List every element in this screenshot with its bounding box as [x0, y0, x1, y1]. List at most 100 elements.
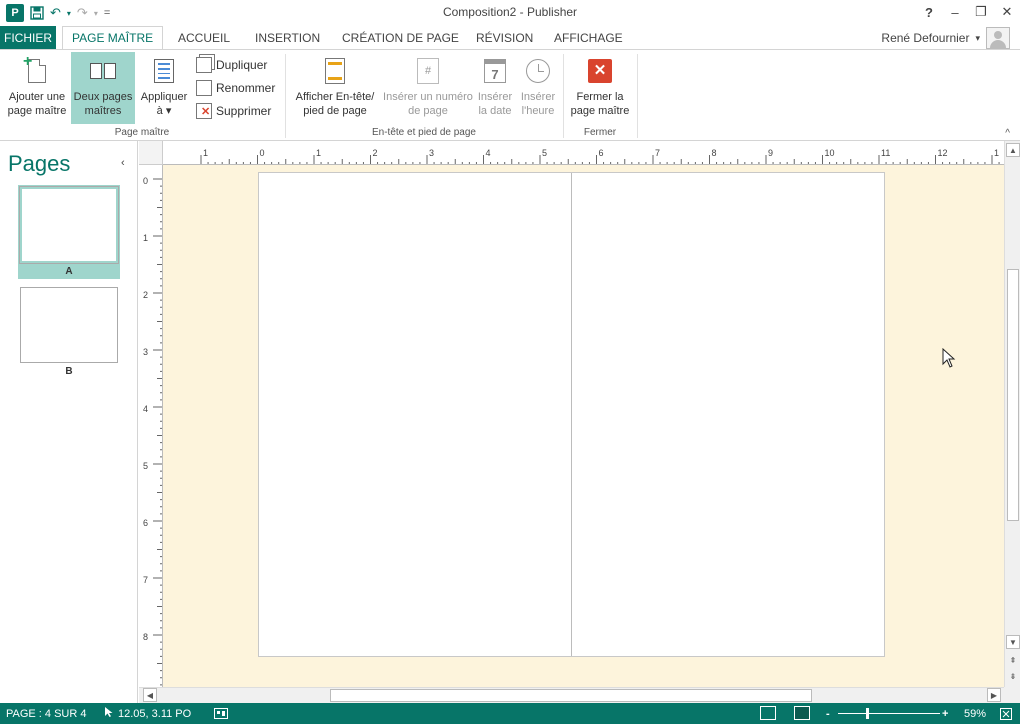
collapse-ribbon-icon[interactable]: ^: [1005, 128, 1010, 139]
ruler-label: 3: [143, 347, 148, 357]
ruler-label: 7: [143, 575, 148, 585]
tab-page-maitre[interactable]: PAGE MAÎTRE: [62, 26, 164, 50]
ribbon-panel: + Ajouter une page maître Deux pages maî…: [0, 49, 1020, 141]
ruler-label: 1: [143, 233, 148, 243]
horizontal-scrollbar[interactable]: ◀ ▶: [139, 687, 1004, 703]
publication-canvas[interactable]: [163, 165, 1004, 687]
scroll-corner: [1004, 687, 1020, 703]
pages-navigation-pane: Pages ‹ A B: [0, 141, 138, 703]
zoom-level[interactable]: 59%: [964, 703, 986, 724]
two-master-pages-button[interactable]: Deux pages maîtres: [71, 52, 135, 124]
ruler-label: 0: [260, 148, 265, 158]
zoom-slider-knob[interactable]: [866, 708, 869, 719]
rename-button[interactable]: Renommer: [196, 78, 275, 98]
page-count-text: PAGE : 4 SUR 4: [6, 707, 87, 720]
tab-affichage[interactable]: AFFICHAGE: [545, 26, 632, 50]
macro-record-icon[interactable]: [214, 703, 228, 724]
ruler-label: 2: [373, 148, 378, 158]
two-page-view-icon[interactable]: [794, 706, 810, 720]
tab-creation-de-page[interactable]: CRÉATION DE PAGE: [333, 26, 468, 50]
ruler-label: 5: [143, 461, 148, 471]
vertical-ruler-ticks: 0 1 2 3 4 5 6 7 8: [143, 176, 162, 686]
scroll-right-icon[interactable]: ▶: [987, 688, 1001, 702]
duplicate-button[interactable]: Dupliquer: [196, 55, 267, 75]
insert-time-label: Insérer l'heure: [520, 91, 556, 117]
thumbnail-frame: [19, 186, 119, 264]
clock-icon: [524, 56, 552, 86]
page-count-status[interactable]: PAGE : 4 SUR 4: [6, 703, 87, 724]
ribbon-tabs: FICHIER PAGE MAÎTRE ACCUEIL INSERTION CR…: [0, 26, 1020, 50]
insert-page-number-button[interactable]: # Insérer un numéro de page: [383, 52, 473, 124]
zoom-in-icon: +: [942, 707, 949, 720]
scroll-up-icon[interactable]: ▲: [1006, 143, 1020, 157]
delete-button[interactable]: ✕ Supprimer: [196, 101, 271, 121]
help-button[interactable]: ?: [916, 0, 942, 24]
ruler-label: 9: [768, 148, 773, 158]
page-divider: [571, 173, 572, 656]
ruler-label: 1: [203, 148, 208, 158]
vertical-ruler[interactable]: 0 1 2 3 4 5 6 7 8: [139, 165, 163, 687]
thumbnail-frame: [20, 287, 118, 363]
ruler-label: 7: [655, 148, 660, 158]
add-master-page-button[interactable]: + Ajouter une page maître: [4, 52, 70, 124]
scroll-down-icon[interactable]: ▼: [1006, 635, 1020, 649]
page-number-icon: #: [414, 56, 442, 86]
zoom-in-button[interactable]: +: [942, 703, 948, 724]
ruler-label: 4: [143, 404, 148, 414]
collapse-pane-icon[interactable]: ‹: [121, 157, 125, 169]
apply-to-button[interactable]: Appliquer à ▾: [136, 52, 192, 124]
horizontal-ruler[interactable]: 1 0 1 2 3 4 5 6 7 8 9 10 11 12 1: [163, 141, 1004, 165]
ruler-label: 12: [938, 148, 948, 158]
minimize-button[interactable]: –: [942, 0, 968, 24]
close-master-page-label: Fermer la page maître: [570, 91, 630, 117]
vertical-scrollbar[interactable]: ▲ ▼ ⇞ ⇟: [1004, 141, 1020, 687]
group-label-master-page: Page maître: [114, 127, 170, 138]
zoom-percent: 59%: [964, 707, 987, 720]
page-thumbnail-a[interactable]: A: [18, 185, 120, 279]
show-header-footer-label: Afficher En-tête/ pied de page: [295, 91, 375, 117]
ruler-label: 5: [542, 148, 547, 158]
vertical-scroll-thumb[interactable]: [1007, 269, 1019, 521]
next-page-icon[interactable]: ⇟: [1006, 669, 1020, 683]
restore-button[interactable]: ❐: [968, 0, 994, 24]
single-page-view-icon[interactable]: [760, 706, 776, 720]
position-status[interactable]: 12.05, 3.11 PO: [104, 703, 191, 724]
insert-time-button[interactable]: Insérer l'heure: [517, 52, 559, 124]
ruler-label: 1: [316, 148, 321, 158]
close-master-icon: ✕: [586, 56, 614, 86]
user-account[interactable]: René Defournier ▾: [881, 26, 1010, 50]
tab-insertion[interactable]: INSERTION: [246, 26, 329, 50]
group-label-header-footer: En-tête et pied de page: [372, 127, 476, 138]
ruler-label: 8: [143, 632, 148, 642]
zoom-out-button[interactable]: -: [826, 703, 830, 724]
previous-page-icon[interactable]: ⇞: [1006, 653, 1020, 667]
insert-date-button[interactable]: 7 Insérer la date: [474, 52, 516, 124]
title-bar: P ↶ ▾ ↷ ▾ = Composition2 - Publisher ? –…: [0, 0, 1020, 26]
horizontal-ruler-ticks: 1 0 1 2 3 4 5 6 7 8 9 10 11 12 1: [200, 148, 1000, 164]
tab-accueil[interactable]: ACCUEIL: [169, 26, 239, 50]
page-thumbnail-b[interactable]: B: [18, 285, 120, 379]
two-page-spread[interactable]: [258, 172, 885, 657]
apply-page-icon: [150, 56, 178, 86]
fit-page-icon[interactable]: [1000, 703, 1012, 724]
scroll-left-icon[interactable]: ◀: [143, 688, 157, 702]
window-controls: ? – ❐ ✕: [916, 0, 1020, 24]
add-page-icon: +: [23, 54, 51, 86]
two-pages-icon: [89, 56, 117, 86]
ruler-label: 6: [599, 148, 604, 158]
header-footer-icon: [321, 56, 349, 86]
show-header-footer-button[interactable]: Afficher En-tête/ pied de page: [289, 52, 381, 124]
ruler-corner: [139, 141, 163, 165]
close-master-page-button[interactable]: ✕ Fermer la page maître: [566, 52, 634, 124]
position-text: 12.05, 3.11 PO: [118, 707, 192, 720]
zoom-slider-track[interactable]: [838, 713, 940, 714]
horizontal-scroll-thumb[interactable]: [330, 689, 812, 702]
insert-date-label: Insérer la date: [477, 91, 513, 117]
calendar-icon: 7: [481, 56, 509, 86]
tab-revision[interactable]: RÉVISION: [467, 26, 542, 50]
close-window-button[interactable]: ✕: [994, 0, 1020, 24]
group-label-close: Fermer: [583, 127, 617, 138]
pages-pane-title: Pages: [8, 151, 71, 176]
ruler-label: 1: [994, 148, 999, 158]
tab-fichier[interactable]: FICHIER: [0, 26, 56, 50]
